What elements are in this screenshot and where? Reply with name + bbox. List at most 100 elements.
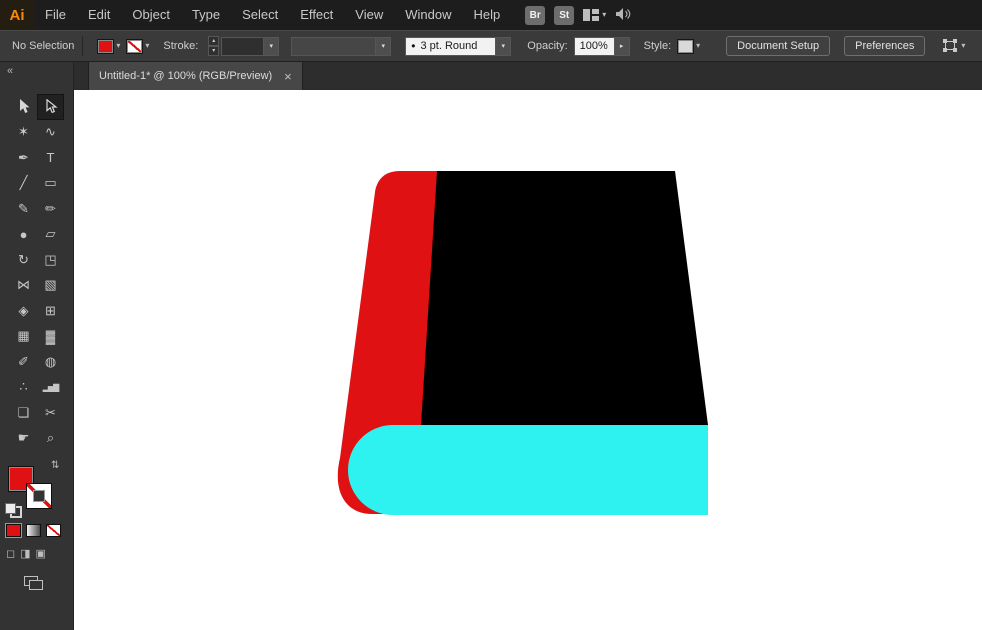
stock-button[interactable]: St [554,5,575,25]
menus: File Edit Object Type Select Effect View… [34,0,511,30]
perspective-grid-tool[interactable]: ⊞ [37,298,64,324]
transform-options[interactable]: ▾ [943,39,965,53]
style-picker[interactable]: ▾ [677,38,700,54]
column-graph-icon: ▂▅▇ [42,382,60,392]
bridge-button[interactable]: Br [525,5,546,25]
tools-grid: ✶ ∿ ✒ T ╱ ▭ ✎ ✏ ● ▱ ↻ ◳ ⋈ ▧ ◈ ⊞ ▦ ▓ ✐ ◍ … [10,94,64,451]
artboard-tool[interactable]: ❏ [10,400,37,426]
menu-edit[interactable]: Edit [77,0,121,30]
draw-behind-icon[interactable]: ◨ [20,549,30,560]
blend-tool[interactable]: ◍ [37,349,64,375]
lasso-icon: ∿ [45,124,56,140]
artboard-icon: ❏ [17,404,30,420]
width-profile-select: ▾ [291,36,392,56]
gradient-button[interactable] [26,524,41,537]
close-tab-icon[interactable]: × [284,70,292,83]
illustrator-logo[interactable]: Ai [0,0,34,30]
chevron-down-icon[interactable]: ▾ [263,37,279,55]
line-segment-tool[interactable]: ╱ [10,171,37,197]
menu-select[interactable]: Select [231,0,289,30]
zoom-tool[interactable]: ⌕ [37,426,64,452]
fill-swatch[interactable] [97,38,115,54]
stroke-weight-stepper[interactable]: ▴ ▾ [208,36,220,56]
document-setup-button[interactable]: Document Setup [726,36,831,56]
width-tool[interactable]: ⋈ [10,273,37,299]
opacity-input[interactable]: 100% ▸ [573,36,630,56]
eyedropper-tool[interactable]: ✐ [10,349,37,375]
tools-panel: « ✶ ∿ ✒ T ╱ ▭ ✎ ✏ ● ▱ ↻ ◳ ⋈ ▧ ◈ ⊞ ▦ ▓ ✐ … [0,62,74,630]
direct-selection-tool[interactable] [37,94,64,120]
chevron-down-icon[interactable]: ▾ [116,42,120,50]
rectangle-tool[interactable]: ▭ [37,171,64,197]
hand-tool[interactable]: ☛ [10,426,37,452]
preferences-button[interactable]: Preferences [844,36,926,56]
collapse-panel-icon[interactable]: « [7,65,13,77]
opacity-label[interactable]: Opacity: [527,40,567,52]
draw-normal-icon[interactable]: ◻ [6,549,15,560]
magic-wand-tool[interactable]: ✶ [10,120,37,146]
fill-color-picker[interactable]: ▾ [97,38,120,54]
lasso-tool[interactable]: ∿ [37,120,64,146]
menu-object[interactable]: Object [121,0,181,30]
free-transform-tool[interactable]: ▧ [37,273,64,299]
selection-arrow-icon [19,99,29,114]
brush-definition-select[interactable]: • 3 pt. Round ▾ [405,36,512,56]
chevron-down-icon: ▾ [602,10,607,19]
menu-view[interactable]: View [344,0,394,30]
symbol-sprayer-tool[interactable]: ∴ [10,375,37,401]
mesh-tool[interactable]: ▦ [10,324,37,350]
separator [82,36,84,56]
spin-up-icon[interactable]: ▴ [208,36,220,46]
rotate-icon: ↻ [18,251,29,267]
screen-mode-button[interactable] [24,576,44,596]
stroke-indicator[interactable] [26,483,52,509]
chevron-down-icon[interactable]: ▾ [495,37,511,55]
eraser-tool[interactable]: ▱ [37,222,64,248]
gradient-tool[interactable]: ▓ [37,324,64,350]
swap-fill-stroke-icon[interactable]: ⇅ [51,460,59,471]
rotate-tool[interactable]: ↻ [10,247,37,273]
chevron-down-icon: ▾ [375,37,391,55]
shape-builder-icon: ◈ [18,302,29,318]
menu-help[interactable]: Help [462,0,511,30]
stroke-color-picker[interactable]: ▾ [126,38,149,54]
menu-type[interactable]: Type [181,0,231,30]
share-icon[interactable] [615,7,632,24]
pencil-icon: ✏ [45,200,56,216]
book-pages-shape[interactable] [348,425,708,515]
menu-effect[interactable]: Effect [289,0,344,30]
slice-tool[interactable]: ✂ [37,400,64,426]
pen-tool[interactable]: ✒ [10,145,37,171]
column-graph-tool[interactable]: ▂▅▇ [37,375,64,401]
draw-inside-icon[interactable]: ▣ [36,549,46,560]
scale-tool[interactable]: ◳ [37,247,64,273]
style-label: Style: [643,40,672,52]
canvas[interactable] [74,90,982,630]
selection-tool[interactable] [10,94,37,120]
pencil-tool[interactable]: ✏ [37,196,64,222]
chevron-right-icon[interactable]: ▸ [613,37,629,55]
eyedropper-icon: ✐ [18,353,29,369]
document-tab[interactable]: Untitled-1* @ 100% (RGB/Preview) × [88,62,303,90]
color-button[interactable] [6,524,21,537]
menu-file[interactable]: File [34,0,77,30]
stroke-swatch[interactable] [126,38,144,54]
none-button[interactable] [46,524,61,537]
blob-brush-tool[interactable]: ● [10,222,37,248]
shape-builder-tool[interactable]: ◈ [10,298,37,324]
chevron-down-icon[interactable]: ▾ [696,42,700,50]
symbol-sprayer-icon: ∴ [19,379,28,395]
type-tool[interactable]: T [37,145,64,171]
default-fill-stroke-icon[interactable] [5,503,22,518]
chevron-down-icon[interactable]: ▾ [961,42,965,50]
arrange-documents-button[interactable]: ▾ [583,9,606,21]
chevron-down-icon[interactable]: ▾ [145,42,149,50]
spin-down-icon[interactable]: ▾ [208,46,220,56]
stroke-weight-select[interactable]: ▾ [221,36,280,56]
style-swatch[interactable] [677,38,695,54]
book-cover-shape[interactable] [421,171,708,425]
tab-bar: Untitled-1* @ 100% (RGB/Preview) × [74,62,982,90]
stroke-label: Stroke: [163,40,199,52]
paintbrush-tool[interactable]: ✎ [10,196,37,222]
menu-window[interactable]: Window [394,0,462,30]
